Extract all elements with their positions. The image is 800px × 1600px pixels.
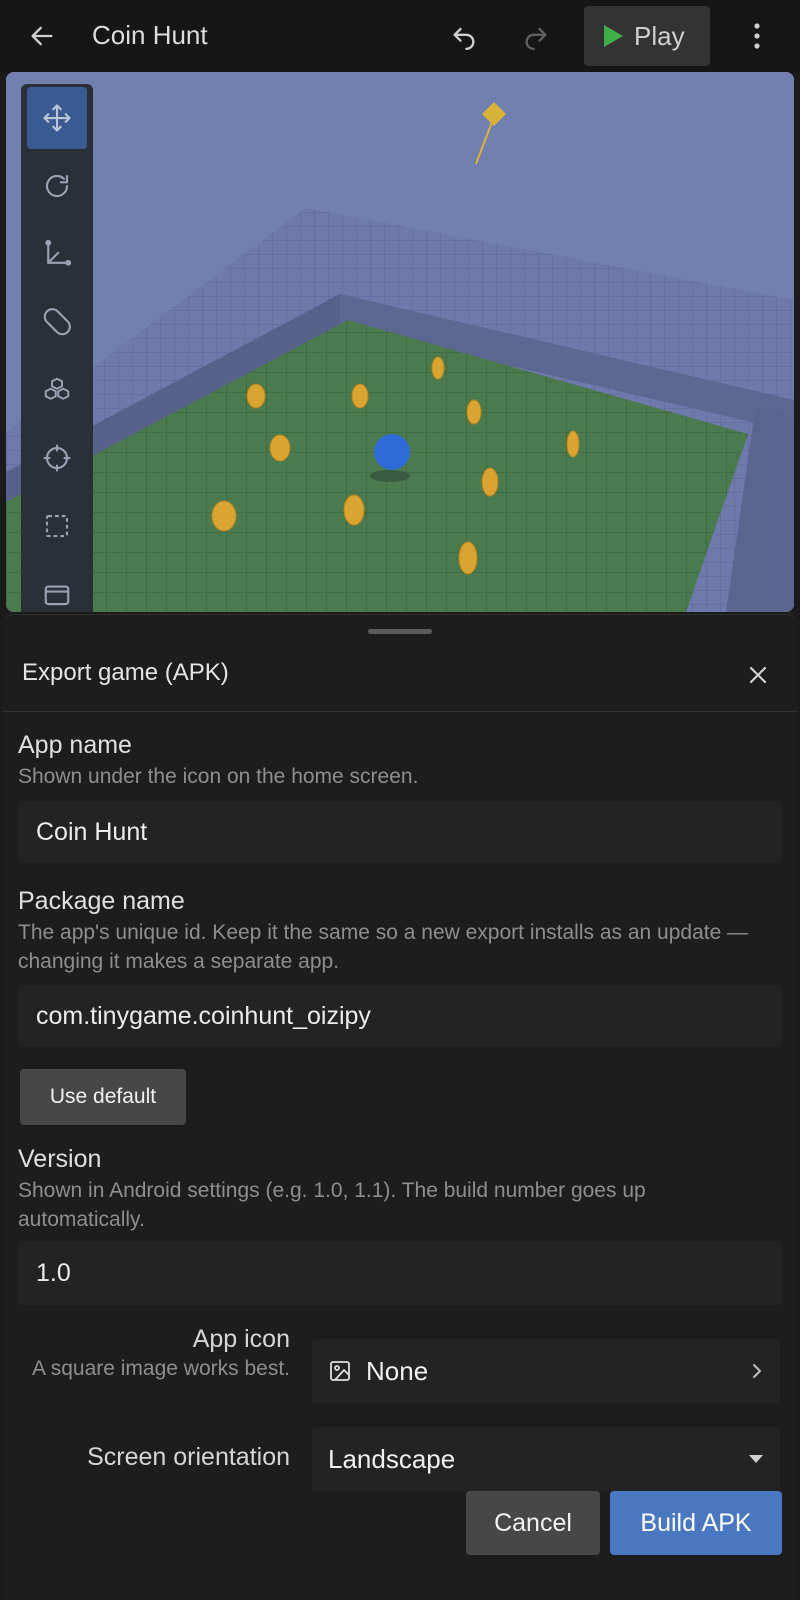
- sheet-title: Export game (APK): [22, 659, 229, 686]
- scene-viewport[interactable]: [6, 72, 794, 612]
- undo-button[interactable]: [444, 18, 484, 54]
- play-icon: [604, 25, 623, 47]
- app-name-label: App name: [18, 731, 132, 759]
- scale-icon: [45, 239, 72, 266]
- orientation-label-group: Screen orientation: [0, 1443, 290, 1472]
- version-help: Shown in Android settings (e.g. 1.0, 1.1…: [18, 1179, 646, 1231]
- scene-render: [6, 72, 794, 612]
- crosshair-icon: [43, 444, 71, 472]
- move-icon: [43, 104, 71, 132]
- project-title: Coin Hunt: [92, 20, 208, 50]
- magnet-icon: [43, 308, 71, 336]
- sheet-divider: [2, 711, 798, 712]
- version-input[interactable]: 1.0: [18, 1241, 782, 1305]
- export-sheet: Export game (APK) App name Shown under t…: [2, 614, 798, 1600]
- arrow-left-icon: [31, 26, 53, 46]
- chevron-right-icon: [750, 1362, 764, 1380]
- select-tool-button[interactable]: [27, 495, 87, 557]
- package-name-label: Package name: [18, 887, 185, 915]
- app-icon-help: A square image works best.: [32, 1357, 290, 1380]
- play-label: Play: [634, 20, 685, 51]
- chevron-down-icon: [748, 1454, 764, 1464]
- move-tool-button[interactable]: [27, 87, 87, 149]
- scale-tool-button[interactable]: [27, 223, 87, 285]
- orientation-label: Screen orientation: [87, 1443, 290, 1471]
- transform-toolbar: [21, 84, 93, 612]
- package-name-help: The app's unique id. Keep it the same so…: [18, 921, 749, 973]
- app-icon-label-group: App icon A square image works best.: [20, 1325, 290, 1383]
- close-icon: [749, 666, 767, 684]
- use-default-button[interactable]: Use default: [20, 1069, 186, 1125]
- app-name-help: Shown under the icon on the home screen.: [18, 765, 419, 788]
- orientation-select[interactable]: Landscape: [312, 1427, 780, 1491]
- focus-tool-button[interactable]: [27, 427, 87, 489]
- select-box-icon: [45, 514, 69, 538]
- cancel-button[interactable]: Cancel: [466, 1491, 600, 1555]
- snap-tool-button[interactable]: [27, 291, 87, 353]
- cubes-icon: [44, 377, 70, 400]
- app-icon-picker[interactable]: None: [312, 1339, 780, 1403]
- orientation-value: Landscape: [328, 1443, 456, 1474]
- rotate-icon: [45, 174, 69, 198]
- app-name-input[interactable]: Coin Hunt: [18, 801, 782, 863]
- back-button[interactable]: [22, 18, 62, 54]
- more-menu-button[interactable]: [742, 18, 772, 54]
- window-tool-button[interactable]: [27, 563, 87, 612]
- undo-icon: [453, 27, 475, 50]
- play-button[interactable]: Play: [584, 6, 710, 66]
- rotate-tool-button[interactable]: [27, 155, 87, 217]
- app-icon-value: None: [366, 1355, 429, 1386]
- top-bar: Coin Hunt Play: [0, 0, 800, 72]
- redo-button[interactable]: [516, 18, 556, 54]
- window-icon: [44, 585, 70, 606]
- build-apk-button[interactable]: Build APK: [610, 1491, 782, 1555]
- sheet-drag-handle[interactable]: [368, 629, 432, 634]
- package-name-input[interactable]: com.tinygame.coinhunt_oizipy: [18, 985, 782, 1047]
- redo-icon: [525, 27, 547, 50]
- objects-tool-button[interactable]: [27, 359, 87, 421]
- image-icon: [328, 1359, 352, 1383]
- version-label: Version: [18, 1145, 102, 1173]
- more-vertical-icon: [754, 23, 760, 49]
- app-icon-label: App icon: [192, 1325, 290, 1353]
- close-button[interactable]: [740, 657, 776, 693]
